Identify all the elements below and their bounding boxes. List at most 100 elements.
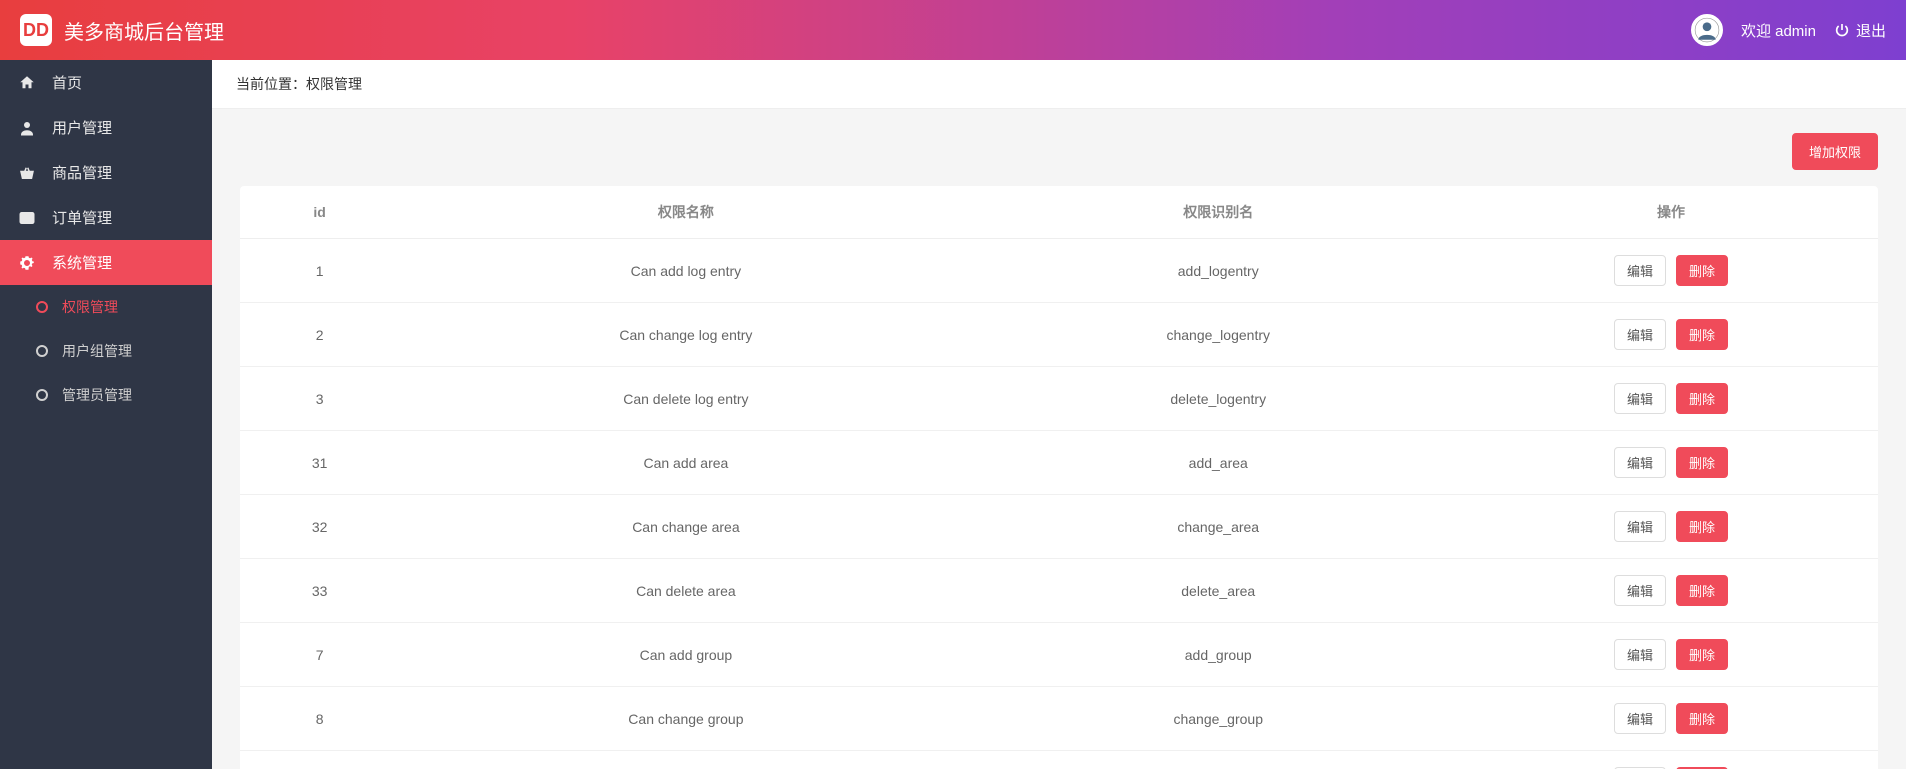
sidebar-item-gear[interactable]: 系统管理 xyxy=(0,240,212,285)
gear-icon xyxy=(18,254,36,272)
header-left: DD 美多商城后台管理 xyxy=(20,14,224,46)
cell-codename: delete_area xyxy=(973,559,1464,623)
avatar[interactable] xyxy=(1691,14,1723,46)
cell-name: Can delete area xyxy=(399,559,972,623)
welcome-text: 欢迎 admin xyxy=(1741,20,1816,41)
main-content: 当前位置：权限管理 增加权限 id 权限名称 权限识别名 操作 1 xyxy=(212,60,1906,769)
cell-codename: change_group xyxy=(973,687,1464,751)
sidebar-subitem-label: 用户组管理 xyxy=(62,341,132,361)
logout-button[interactable]: 退出 xyxy=(1834,20,1886,41)
sidebar-item-home[interactable]: 首页 xyxy=(0,60,212,105)
action-bar: 增加权限 xyxy=(240,133,1878,170)
cell-id: 31 xyxy=(240,431,399,495)
cell-id: 2 xyxy=(240,303,399,367)
delete-button[interactable]: 删除 xyxy=(1676,575,1728,606)
cell-name: Can delete log entry xyxy=(399,367,972,431)
add-permission-button[interactable]: 增加权限 xyxy=(1792,133,1878,170)
cell-actions: 编辑 删除 xyxy=(1464,559,1878,623)
sidebar: 首页用户管理商品管理订单管理系统管理权限管理用户组管理管理员管理 xyxy=(0,60,212,769)
cell-name: Can add group xyxy=(399,623,972,687)
cell-codename: delete_logentry xyxy=(973,367,1464,431)
delete-button[interactable]: 删除 xyxy=(1676,511,1728,542)
table-row: 33 Can delete area delete_area 编辑 删除 xyxy=(240,559,1878,623)
sidebar-item-label: 订单管理 xyxy=(52,207,112,228)
breadcrumb-page: 权限管理 xyxy=(306,76,362,92)
edit-button[interactable]: 编辑 xyxy=(1614,383,1666,414)
table-row: 9 Can delete group delete_group 编辑 删除 xyxy=(240,751,1878,769)
cell-actions: 编辑 删除 xyxy=(1464,431,1878,495)
delete-button[interactable]: 删除 xyxy=(1676,383,1728,414)
delete-button[interactable]: 删除 xyxy=(1676,319,1728,350)
power-icon xyxy=(1834,22,1850,38)
sidebar-item-label: 用户管理 xyxy=(52,117,112,138)
circle-icon xyxy=(36,345,48,357)
circle-icon xyxy=(36,389,48,401)
cell-name: Can delete group xyxy=(399,751,972,769)
cell-actions: 编辑 删除 xyxy=(1464,751,1878,769)
edit-button[interactable]: 编辑 xyxy=(1614,447,1666,478)
cell-actions: 编辑 删除 xyxy=(1464,239,1878,303)
cell-codename: delete_group xyxy=(973,751,1464,769)
cell-codename: add_area xyxy=(973,431,1464,495)
content: 增加权限 id 权限名称 权限识别名 操作 1 Can add log entr… xyxy=(212,109,1906,769)
site-title: 美多商城后台管理 xyxy=(64,16,224,45)
permissions-table: id 权限名称 权限识别名 操作 1 Can add log entry add… xyxy=(240,186,1878,769)
breadcrumb: 当前位置：权限管理 xyxy=(212,60,1906,109)
home-icon xyxy=(18,74,36,92)
delete-button[interactable]: 删除 xyxy=(1676,255,1728,286)
sidebar-item-list[interactable]: 订单管理 xyxy=(0,195,212,240)
circle-icon xyxy=(36,301,48,313)
table-header-row: id 权限名称 权限识别名 操作 xyxy=(240,186,1878,239)
table-row: 8 Can change group change_group 编辑 删除 xyxy=(240,687,1878,751)
edit-button[interactable]: 编辑 xyxy=(1614,575,1666,606)
delete-button[interactable]: 删除 xyxy=(1676,703,1728,734)
sidebar-subitem[interactable]: 权限管理 xyxy=(0,285,212,329)
cell-name: Can change area xyxy=(399,495,972,559)
cell-codename: add_logentry xyxy=(973,239,1464,303)
sidebar-item-basket[interactable]: 商品管理 xyxy=(0,150,212,195)
sidebar-item-user[interactable]: 用户管理 xyxy=(0,105,212,150)
user-avatar-icon xyxy=(1694,17,1720,43)
cell-id: 32 xyxy=(240,495,399,559)
breadcrumb-prefix: 当前位置： xyxy=(236,76,306,92)
cell-id: 8 xyxy=(240,687,399,751)
sidebar-item-label: 首页 xyxy=(52,72,82,93)
edit-button[interactable]: 编辑 xyxy=(1614,319,1666,350)
table-row: 1 Can add log entry add_logentry 编辑 删除 xyxy=(240,239,1878,303)
cell-actions: 编辑 删除 xyxy=(1464,495,1878,559)
cell-actions: 编辑 删除 xyxy=(1464,367,1878,431)
th-id: id xyxy=(240,186,399,239)
edit-button[interactable]: 编辑 xyxy=(1614,255,1666,286)
cell-actions: 编辑 删除 xyxy=(1464,623,1878,687)
list-icon xyxy=(18,209,36,227)
table-row: 2 Can change log entry change_logentry 编… xyxy=(240,303,1878,367)
header-right: 欢迎 admin 退出 xyxy=(1691,14,1886,46)
delete-button[interactable]: 删除 xyxy=(1676,639,1728,670)
header: DD 美多商城后台管理 欢迎 admin 退出 xyxy=(0,0,1906,60)
cell-codename: change_logentry xyxy=(973,303,1464,367)
th-name: 权限名称 xyxy=(399,186,972,239)
cell-name: Can change log entry xyxy=(399,303,972,367)
basket-icon xyxy=(18,164,36,182)
logo-icon: DD xyxy=(20,14,52,46)
sidebar-subitem[interactable]: 用户组管理 xyxy=(0,329,212,373)
cell-id: 7 xyxy=(240,623,399,687)
cell-name: Can add log entry xyxy=(399,239,972,303)
table-row: 7 Can add group add_group 编辑 删除 xyxy=(240,623,1878,687)
cell-name: Can change group xyxy=(399,687,972,751)
cell-id: 33 xyxy=(240,559,399,623)
sidebar-item-label: 系统管理 xyxy=(52,252,112,273)
delete-button[interactable]: 删除 xyxy=(1676,447,1728,478)
cell-id: 9 xyxy=(240,751,399,769)
cell-id: 1 xyxy=(240,239,399,303)
edit-button[interactable]: 编辑 xyxy=(1614,511,1666,542)
cell-name: Can add area xyxy=(399,431,972,495)
sidebar-item-label: 商品管理 xyxy=(52,162,112,183)
edit-button[interactable]: 编辑 xyxy=(1614,639,1666,670)
sidebar-subitem[interactable]: 管理员管理 xyxy=(0,373,212,417)
cell-actions: 编辑 删除 xyxy=(1464,687,1878,751)
table-row: 3 Can delete log entry delete_logentry 编… xyxy=(240,367,1878,431)
cell-codename: add_group xyxy=(973,623,1464,687)
edit-button[interactable]: 编辑 xyxy=(1614,703,1666,734)
logout-label: 退出 xyxy=(1856,20,1886,41)
